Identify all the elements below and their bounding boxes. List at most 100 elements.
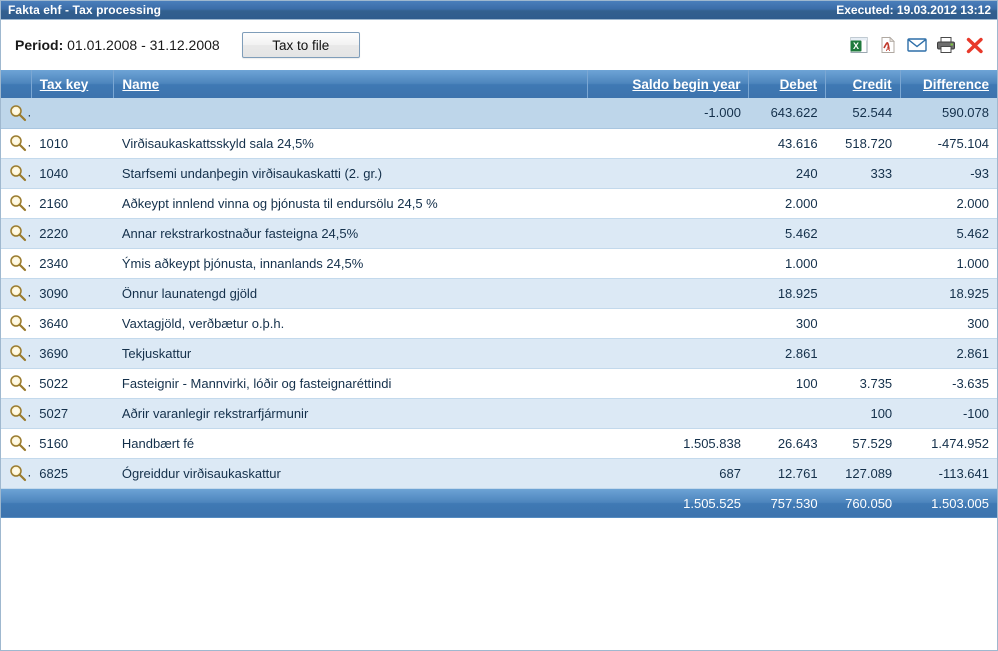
row-detail-icon[interactable] [9, 314, 27, 332]
row-icon-cell[interactable] [1, 338, 32, 369]
row-icon-cell[interactable] [1, 308, 32, 339]
cell-saldo [587, 338, 749, 369]
column-header-credit[interactable]: Credit [825, 70, 901, 98]
cell-name: Ógreiddur virðisaukaskattur [113, 458, 588, 489]
table-row[interactable]: 3090 Önnur launatengd gjöld 18.925 18.925 [1, 278, 997, 309]
cell-debet: 240 [748, 158, 826, 189]
cell-debet: 300 [748, 308, 826, 339]
cell-tax-key: 6825 [31, 458, 114, 489]
cell-difference: 5.462 [900, 218, 997, 249]
row-detail-icon[interactable] [9, 254, 27, 272]
totals-blank [1, 488, 588, 518]
row-icon-cell[interactable] [1, 158, 32, 189]
excel-export-icon[interactable]: X [849, 35, 869, 55]
cell-saldo: 1.505.838 [587, 428, 749, 459]
cell-credit: 518.720 [825, 128, 901, 159]
table-row[interactable]: 2220 Annar rekstrarkostnaður fasteigna 24… [1, 218, 997, 249]
row-icon-cell[interactable] [1, 188, 32, 219]
cell-name: Aðkeypt innlend vinna og þjónusta til en… [113, 188, 588, 219]
tax-to-file-button[interactable]: Tax to file [241, 32, 360, 58]
table-row[interactable]: 3690 Tekjuskattur 2.861 2.861 [1, 338, 997, 369]
cell-tax-key: 5022 [31, 368, 114, 399]
cell-saldo: 687 [587, 458, 749, 489]
cell-tax-key [31, 98, 114, 129]
cell-credit [825, 308, 901, 339]
cell-difference: 2.861 [900, 338, 997, 369]
cell-difference: -3.635 [900, 368, 997, 399]
column-header-saldo[interactable]: Saldo begin year [587, 70, 750, 98]
row-icon-cell[interactable] [1, 368, 32, 399]
table-summary-row[interactable]: -1.000 643.622 52.544 590.078 [1, 98, 997, 129]
cell-tax-key: 2160 [31, 188, 114, 219]
period-label: Period: [15, 37, 64, 53]
table-row[interactable]: 5160 Handbært fé 1.505.838 26.643 57.529 1.47… [1, 428, 997, 459]
cell-saldo [587, 158, 749, 189]
cell-tax-key: 1010 [31, 128, 114, 159]
cell-tax-key: 3090 [31, 278, 114, 309]
column-header-debet[interactable]: Debet [748, 70, 827, 98]
email-icon[interactable] [907, 35, 927, 55]
cell-difference: 18.925 [900, 278, 997, 309]
table-header: Tax key Name Saldo begin year Debet Cred… [1, 70, 997, 98]
cell-difference: 590.078 [900, 98, 997, 129]
window-titlebar: Fakta ehf - Tax processing Executed: 19.… [1, 1, 997, 20]
cell-credit: 57.529 [825, 428, 901, 459]
table-row[interactable]: 5022 Fasteignir - Mannvirki, lóðir og fas… [1, 368, 997, 399]
row-icon-cell[interactable] [1, 128, 32, 159]
row-detail-icon[interactable] [9, 164, 27, 182]
column-header-debet-label: Debet [779, 76, 818, 92]
table-totals: 1.505.525 757.530 760.050 1.503.005 [1, 488, 997, 518]
close-icon[interactable] [965, 35, 985, 55]
row-detail-icon[interactable] [9, 344, 27, 362]
row-icon-cell[interactable] [1, 218, 32, 249]
row-detail-icon[interactable] [9, 374, 27, 392]
row-icon-cell[interactable] [1, 458, 32, 489]
table-row[interactable]: 3640 Vaxtagjöld, verðbætur o.þ.h. 300 300 [1, 308, 997, 339]
cell-name: Vaxtagjöld, verðbætur o.þ.h. [113, 308, 588, 339]
column-header-name[interactable]: Name [113, 70, 589, 98]
window-title: Fakta ehf - Tax processing [8, 3, 162, 17]
row-detail-icon[interactable] [9, 194, 27, 212]
cell-saldo [587, 188, 749, 219]
column-header-difference[interactable]: Difference [900, 70, 997, 98]
cell-saldo [587, 278, 749, 309]
row-detail-icon[interactable] [9, 224, 27, 242]
toolbar: Period: 01.01.2008 - 31.12.2008 Tax to f… [1, 20, 997, 70]
period-display: Period: 01.01.2008 - 31.12.2008 [15, 37, 220, 53]
cell-name: Fasteignir - Mannvirki, lóðir og fasteig… [113, 368, 588, 399]
table-row[interactable]: 6825 Ógreiddur virðisaukaskattur 687 12.761… [1, 458, 997, 489]
column-header-tax-key-label: Tax key [39, 76, 89, 92]
row-detail-icon[interactable] [9, 434, 27, 452]
tax-processing-window: Fakta ehf - Tax processing Executed: 19.… [0, 0, 998, 651]
cell-debet: 100 [748, 368, 826, 399]
column-header-saldo-label: Saldo begin year [632, 76, 741, 92]
row-detail-icon[interactable] [9, 404, 27, 422]
executed-timestamp: Executed: 19.03.2012 13:12 [836, 3, 991, 17]
row-icon-cell[interactable] [1, 98, 32, 129]
row-detail-icon[interactable] [9, 104, 27, 122]
column-header-tax-key[interactable]: Tax key [31, 70, 115, 98]
totals-saldo: 1.505.525 [587, 488, 749, 518]
row-icon-cell[interactable] [1, 398, 32, 429]
row-detail-icon[interactable] [9, 464, 27, 482]
row-icon-cell[interactable] [1, 278, 32, 309]
cell-credit [825, 218, 901, 249]
cell-difference: 300 [900, 308, 997, 339]
table-body: -1.000 643.622 52.544 590.078 1010 Virðisauka… [1, 98, 997, 489]
table-row[interactable]: 1040 Starfsemi undanþegin virðisaukaskatt… [1, 158, 997, 189]
table-row[interactable]: 1010 Virðisaukaskattsskyld sala 24,5% 43.6… [1, 128, 997, 159]
row-detail-icon[interactable] [9, 134, 27, 152]
cell-debet: 1.000 [748, 248, 826, 279]
table-row[interactable]: 2160 Aðkeypt innlend vinna og þjónusta ti… [1, 188, 997, 219]
row-icon-cell[interactable] [1, 248, 32, 279]
pdf-export-icon[interactable]: A [878, 35, 898, 55]
print-icon[interactable] [936, 35, 956, 55]
cell-credit: 127.089 [825, 458, 901, 489]
row-icon-cell[interactable] [1, 428, 32, 459]
table-row[interactable]: 5027 Aðrir varanlegir rekstrarfjármunir 10… [1, 398, 997, 429]
table-row[interactable]: 2340 Ýmis aðkeypt þjónusta, innanlands 24… [1, 248, 997, 279]
tax-table: Tax key Name Saldo begin year Debet Cred… [1, 70, 997, 518]
cell-credit: 52.544 [825, 98, 901, 129]
row-detail-icon[interactable] [9, 284, 27, 302]
column-header-credit-label: Credit [852, 76, 892, 92]
